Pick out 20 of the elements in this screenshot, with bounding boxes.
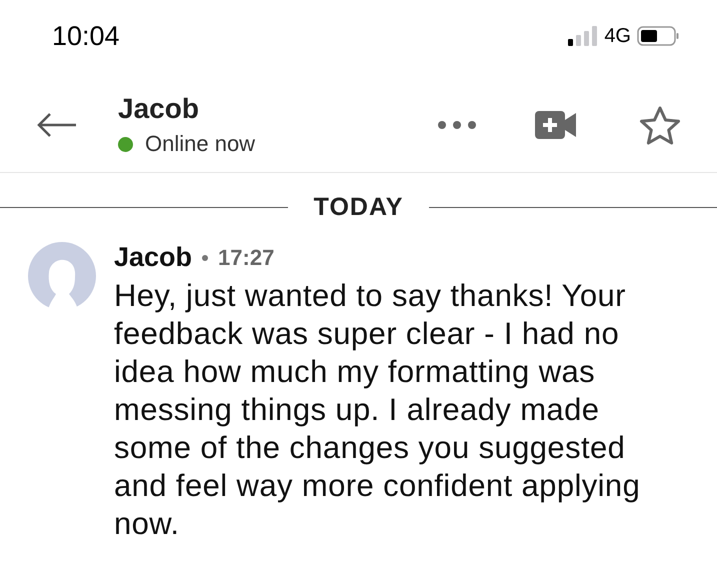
back-arrow-icon bbox=[36, 112, 78, 138]
separator-dot-icon bbox=[202, 254, 208, 260]
date-divider-label: TODAY bbox=[314, 193, 404, 222]
favorite-button[interactable] bbox=[639, 105, 681, 145]
online-status: Online now bbox=[145, 131, 256, 157]
avatar-icon bbox=[28, 242, 96, 310]
message-time: 17:27 bbox=[218, 244, 274, 270]
signal-icon bbox=[568, 26, 598, 46]
battery-icon bbox=[637, 26, 679, 46]
message-text: Hey, just wanted to say thanks! Your feedback was super clear - I had no idea how much my formatting was messing things up. I already made some of the changes you suggested and feel way more confident applying now. bbox=[114, 277, 642, 543]
contact-name: Jacob bbox=[118, 93, 200, 125]
more-button[interactable] bbox=[437, 120, 477, 130]
sender-name: Jacob bbox=[114, 242, 192, 273]
video-call-button[interactable] bbox=[535, 110, 577, 140]
status-time: 10:04 bbox=[52, 20, 120, 52]
more-icon bbox=[437, 120, 477, 130]
star-icon bbox=[639, 105, 681, 145]
network-label: 4G bbox=[604, 24, 631, 48]
back-button[interactable] bbox=[36, 112, 78, 138]
video-camera-icon bbox=[535, 110, 577, 140]
